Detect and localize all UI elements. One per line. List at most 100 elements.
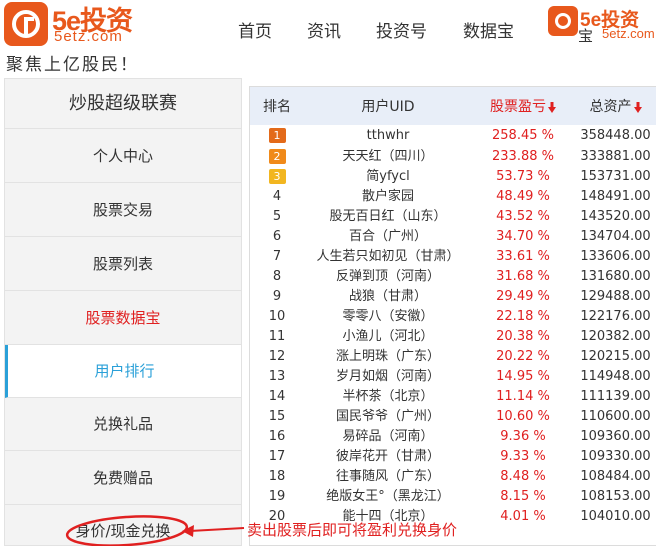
- asset-cell: 114948.00: [580, 369, 651, 384]
- rank-cell: 15: [268, 409, 286, 424]
- profit-cell: 258.45 %: [492, 128, 554, 143]
- table-row[interactable]: 4 散户家园 48.49 % 148491.00: [250, 187, 656, 207]
- table-row[interactable]: 18 往事随风（广东） 8.48 % 108484.00: [250, 467, 656, 487]
- profit-cell: 11.14 %: [496, 389, 550, 404]
- table-row[interactable]: 11 小渔儿（河北） 20.38 % 120382.00: [250, 327, 656, 347]
- rank-cell: 8: [272, 269, 282, 284]
- uid-cell[interactable]: 岁月如烟（河南）: [304, 367, 472, 387]
- uid-cell[interactable]: 股无百日红（山东）: [304, 207, 472, 227]
- nav-data-treasure[interactable]: 数据宝: [463, 17, 514, 42]
- header-profit[interactable]: 股票盈亏: [472, 87, 574, 125]
- header-profit-label: 股票盈亏: [490, 99, 546, 115]
- profit-cell: 48.49 %: [496, 189, 550, 204]
- table-row[interactable]: 7 人生若只如初见（甘肃） 33.61 % 133606.00: [250, 247, 656, 267]
- sidebar-item-stock-data[interactable]: 股票数据宝: [5, 292, 241, 345]
- table-row[interactable]: 3 简yfycl 53.73 % 153731.00: [250, 167, 656, 187]
- asset-cell: 111139.00: [580, 389, 651, 404]
- profit-cell: 14.95 %: [496, 369, 550, 384]
- uid-cell[interactable]: 战狼（甘肃）: [304, 287, 472, 307]
- header-rank: 排名: [263, 99, 291, 115]
- asset-cell: 143520.00: [580, 209, 651, 224]
- profit-cell: 8.48 %: [500, 469, 546, 484]
- uid-cell[interactable]: 散户家园: [304, 187, 472, 207]
- table-row[interactable]: 6 百合（广州） 34.70 % 134704.00: [250, 227, 656, 247]
- table-row[interactable]: 14 半杯茶（北京） 11.14 % 111139.00: [250, 387, 656, 407]
- uid-cell[interactable]: 人生若只如初见（甘肃）: [304, 247, 472, 267]
- profit-cell: 9.33 %: [500, 449, 546, 464]
- header-assets[interactable]: 总资产: [574, 87, 656, 125]
- nav-news[interactable]: 资讯: [307, 17, 341, 42]
- sidebar-item-redeem-gifts[interactable]: 兑换礼品: [5, 398, 241, 451]
- sidebar-item-free-gifts[interactable]: 免费赠品: [5, 452, 241, 505]
- profit-cell: 31.68 %: [496, 269, 550, 284]
- asset-cell: 120382.00: [580, 329, 651, 344]
- asset-cell: 120215.00: [580, 349, 651, 364]
- uid-cell[interactable]: 绝版女王°（黑龙江）: [304, 487, 472, 507]
- profit-cell: 34.70 %: [496, 229, 550, 244]
- rank-cell: 16: [268, 429, 286, 444]
- nav-invest-account[interactable]: 投资号: [376, 17, 427, 42]
- profit-cell: 9.36 %: [500, 429, 546, 444]
- uid-cell[interactable]: 涨上明珠（广东）: [304, 347, 472, 367]
- rank-cell: 10: [268, 309, 286, 324]
- annotation-text: 卖出股票后即可将盈利兑换身价: [247, 521, 458, 539]
- profit-cell: 43.52 %: [496, 209, 550, 224]
- uid-cell[interactable]: 百合（广州）: [304, 227, 472, 247]
- table-row[interactable]: 8 反弹到顶（河南） 31.68 % 131680.00: [250, 267, 656, 287]
- logo2-badge-icon: [548, 6, 578, 36]
- ranking-table-body: 1 tthwhr 258.45 % 358448.00 2 天天红（四川） 233.88 %…: [250, 125, 656, 527]
- nav-home[interactable]: 首页: [238, 17, 272, 42]
- rank-cell: 1: [250, 125, 304, 147]
- profit-cell: 10.60 %: [496, 409, 550, 424]
- table-row[interactable]: 16 易碎品（河南） 9.36 % 109360.00: [250, 427, 656, 447]
- uid-cell[interactable]: 易碎品（河南）: [304, 427, 472, 447]
- sidebar-item-stock-trading[interactable]: 股票交易: [5, 184, 241, 237]
- sidebar-item-personal-center[interactable]: 个人中心: [5, 130, 241, 183]
- profit-cell: 33.61 %: [496, 249, 550, 264]
- rank-cell: 9: [272, 289, 282, 304]
- table-row[interactable]: 10 零零八（安徽） 22.18 % 122176.00: [250, 307, 656, 327]
- table-row[interactable]: 12 涨上明珠（广东） 20.22 % 120215.00: [250, 347, 656, 367]
- asset-cell: 131680.00: [580, 269, 651, 284]
- rank-medal-icon: 1: [268, 128, 286, 143]
- sidebar-item-user-ranking[interactable]: 用户排行: [5, 345, 241, 398]
- table-row[interactable]: 5 股无百日红（山东） 43.52 % 143520.00: [250, 207, 656, 227]
- table-row[interactable]: 13 岁月如烟（河南） 14.95 % 114948.00: [250, 367, 656, 387]
- uid-cell[interactable]: 天天红（四川）: [304, 147, 472, 167]
- table-row[interactable]: 19 绝版女王°（黑龙江） 8.15 % 108153.00: [250, 487, 656, 507]
- secondary-logo[interactable]: 5e投资 宝 5etz.com: [546, 6, 656, 45]
- uid-cell[interactable]: 半杯茶（北京）: [304, 387, 472, 407]
- header-uid: 用户UID: [361, 99, 415, 115]
- uid-cell[interactable]: tthwhr: [304, 125, 472, 147]
- uid-cell[interactable]: 国民爷爷（广州）: [304, 407, 472, 427]
- table-row[interactable]: 9 战狼（甘肃） 29.49 % 129488.00: [250, 287, 656, 307]
- uid-cell[interactable]: 零零八（安徽）: [304, 307, 472, 327]
- site-header: 5e投资 5etz.com 聚焦上亿股民！ 首页 资讯 投资号 数据宝 5e投资…: [0, 0, 656, 78]
- ranking-table: 排名 用户UID 股票盈亏 总资产 1 tthwhr 258.45 % 358448.…: [250, 87, 656, 527]
- uid-cell[interactable]: 往事随风（广东）: [304, 467, 472, 487]
- asset-cell: 133606.00: [580, 249, 651, 264]
- profit-cell: 20.22 %: [496, 349, 550, 364]
- asset-cell: 109360.00: [580, 429, 651, 444]
- uid-cell[interactable]: 小渔儿（河北）: [304, 327, 472, 347]
- rank-cell: 5: [272, 209, 282, 224]
- profit-cell: 8.15 %: [500, 489, 546, 504]
- site-logo[interactable]: 5e投资 5etz.com: [4, 2, 152, 48]
- logo2-underlay-text: 宝: [578, 27, 594, 45]
- table-row[interactable]: 17 彼岸花开（甘肃） 9.33 % 109330.00: [250, 447, 656, 467]
- uid-cell[interactable]: 彼岸花开（甘肃）: [304, 447, 472, 467]
- rank-cell: 11: [268, 329, 286, 344]
- uid-cell[interactable]: 反弹到顶（河南）: [304, 267, 472, 287]
- table-row[interactable]: 2 天天红（四川） 233.88 % 333881.00: [250, 147, 656, 167]
- sort-arrow-down-icon: [633, 101, 642, 113]
- asset-cell: 104010.00: [580, 509, 651, 524]
- asset-cell: 153731.00: [580, 169, 651, 184]
- uid-cell[interactable]: 简yfycl: [304, 167, 472, 187]
- table-row[interactable]: 1 tthwhr 258.45 % 358448.00: [250, 125, 656, 147]
- table-row[interactable]: 15 国民爷爷（广州） 10.60 % 110600.00: [250, 407, 656, 427]
- sidebar-title: 炒股超级联赛: [5, 79, 241, 129]
- sidebar-item-cash-exchange[interactable]: 身价/现金兑换: [5, 505, 241, 546]
- profit-cell: 22.18 %: [496, 309, 550, 324]
- asset-cell: 333881.00: [580, 149, 651, 164]
- sidebar-item-stock-list[interactable]: 股票列表: [5, 238, 241, 291]
